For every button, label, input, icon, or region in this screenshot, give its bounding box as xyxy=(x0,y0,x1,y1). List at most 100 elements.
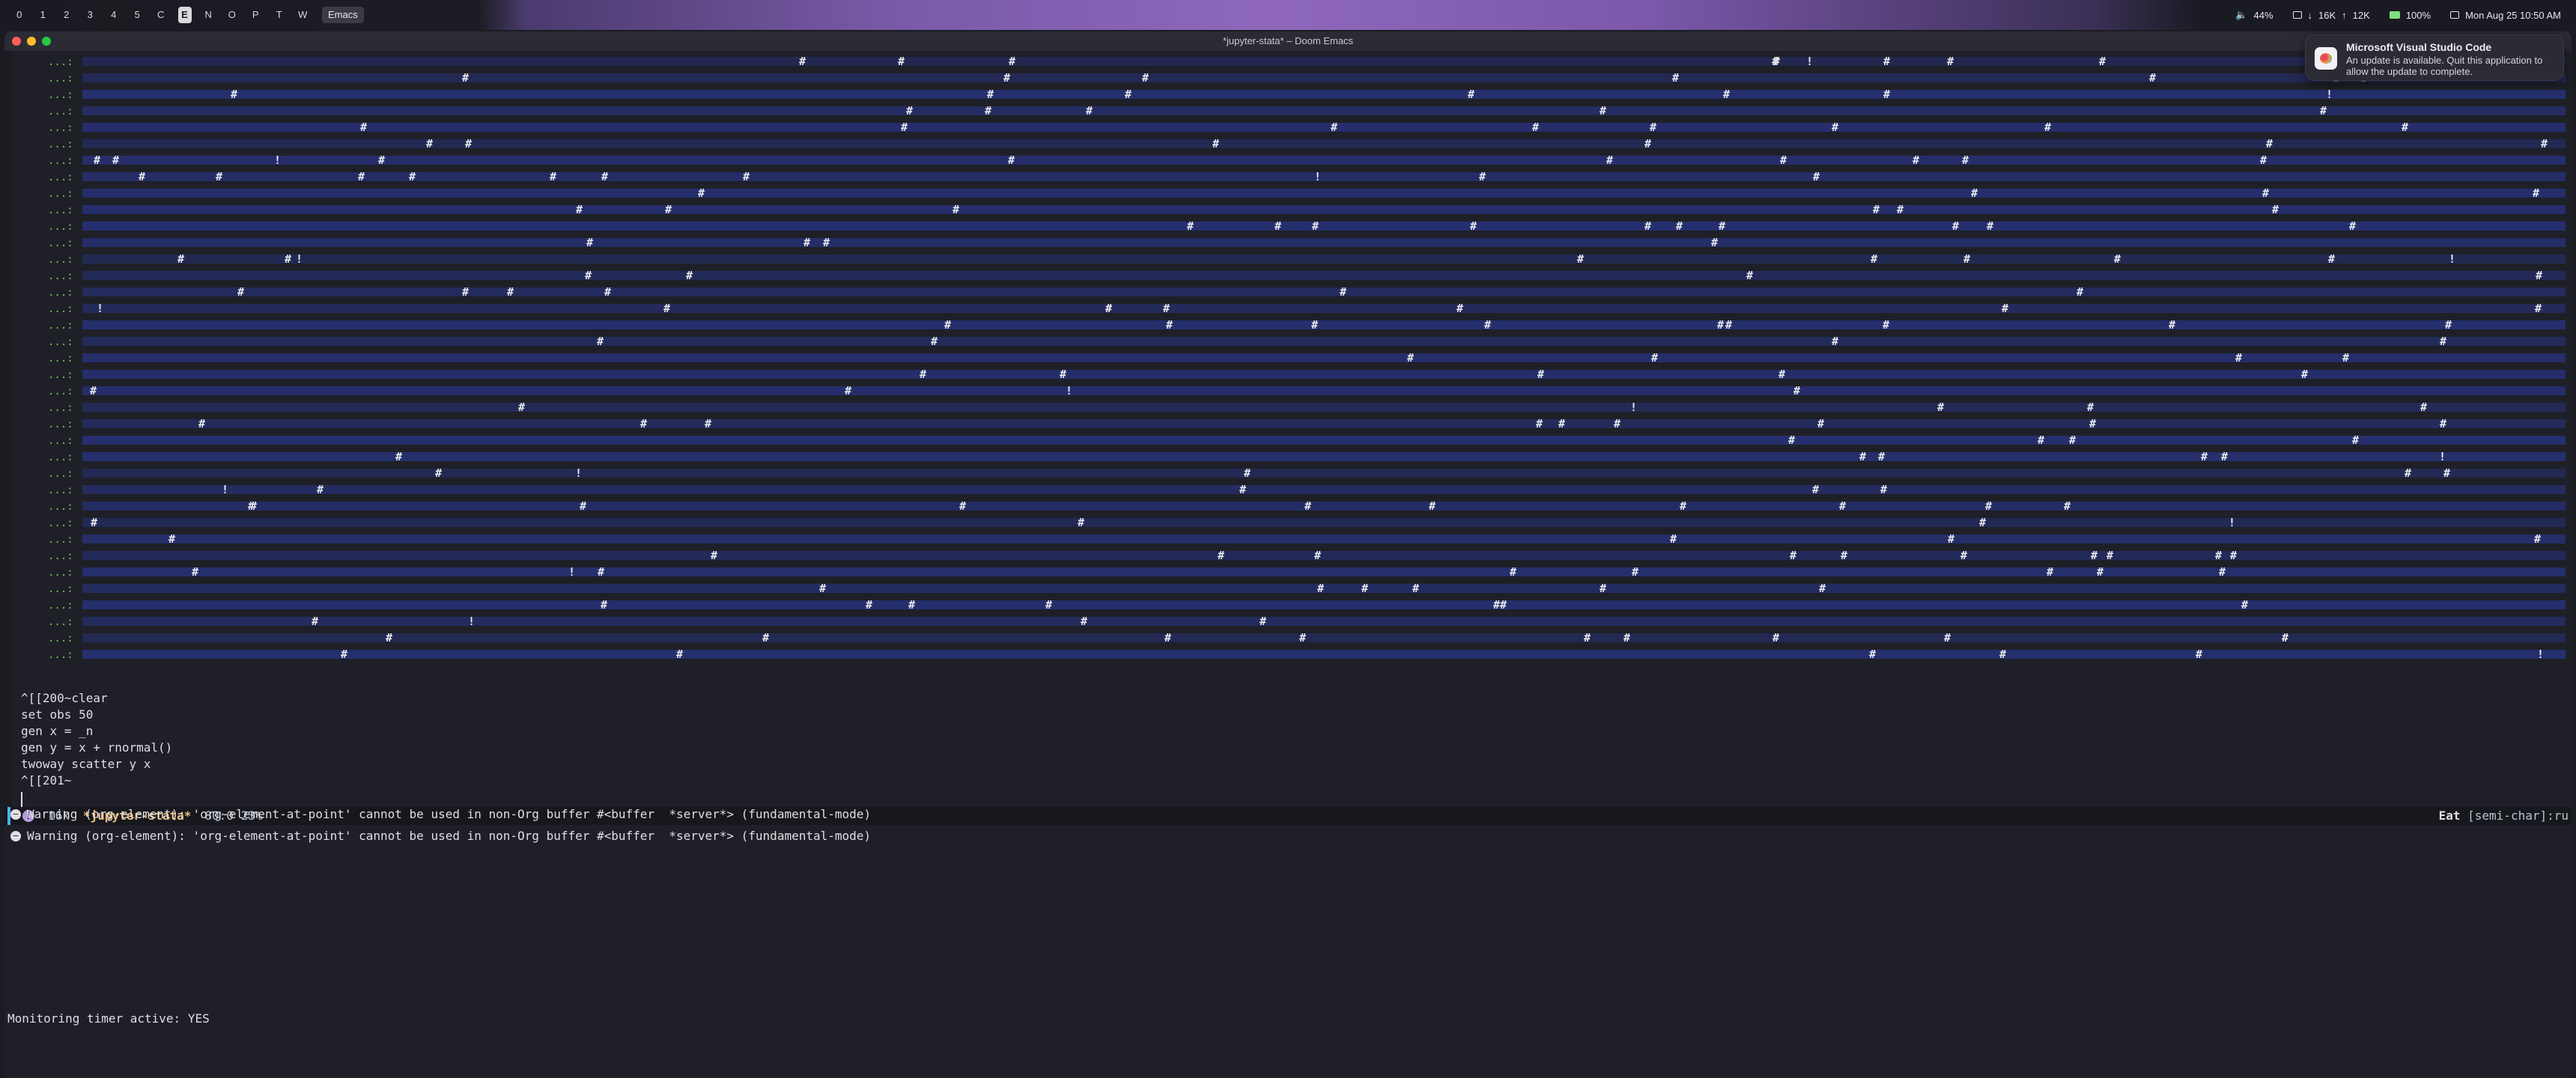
minimize-window-button[interactable] xyxy=(27,37,36,46)
garbled-glyph: # xyxy=(1623,631,1630,645)
garbled-glyph: # xyxy=(1979,516,1986,529)
battery-level: 100% xyxy=(2405,9,2431,21)
garbled-output-row xyxy=(82,57,2566,66)
garbled-glyph: # xyxy=(601,170,608,183)
garbled-output-row xyxy=(82,287,2566,296)
garbled-glyph: # xyxy=(931,335,938,348)
major-mode-name[interactable]: Eat xyxy=(2439,808,2461,823)
garbled-glyph: # xyxy=(1600,104,1606,118)
garbled-glyph: # xyxy=(1793,384,1800,398)
garbled-glyph: # xyxy=(1606,153,1613,167)
garbled-glyph: ! xyxy=(97,302,103,315)
garbled-output-row xyxy=(82,551,2566,560)
continuation-prompt: ...: xyxy=(48,550,73,562)
network-down: 16K xyxy=(2318,9,2336,21)
workspace-3[interactable]: 3 xyxy=(79,7,103,23)
garbled-glyph: # xyxy=(1841,549,1847,562)
garbled-glyph: # xyxy=(112,153,119,167)
garbled-glyph: ! xyxy=(2439,450,2446,463)
workspace-t[interactable]: T xyxy=(267,7,291,23)
workspace-1[interactable]: 1 xyxy=(31,7,55,23)
garbled-glyph: # xyxy=(1275,219,1281,233)
garbled-glyph: # xyxy=(2443,466,2450,480)
garbled-glyph: ! xyxy=(1630,401,1637,414)
garbled-glyph: # xyxy=(2282,631,2288,645)
garbled-glyph: # xyxy=(2099,55,2106,68)
garbled-glyph: # xyxy=(177,252,184,266)
garbled-output-row xyxy=(82,222,2566,231)
garbled-glyph: # xyxy=(1788,433,1795,447)
garbled-glyph: # xyxy=(799,55,806,68)
garbled-glyph: # xyxy=(231,88,237,101)
garbled-glyph: # xyxy=(1009,55,1015,68)
garbled-glyph: # xyxy=(1723,88,1730,101)
garbled-glyph: # xyxy=(1008,153,1015,167)
clock[interactable]: Mon Aug 25 10:50 AM xyxy=(2450,10,2561,21)
garbled-glyph: # xyxy=(2219,565,2226,579)
emacs-window[interactable]: *jupyter-stata* – Doom Emacs ...: # # # # # # #… xyxy=(4,31,2572,1078)
garbled-output-row xyxy=(82,518,2566,527)
continuation-prompt: ...: xyxy=(48,501,73,513)
garbled-glyph: # xyxy=(640,417,647,430)
workspace-n[interactable]: N xyxy=(197,7,221,23)
garbled-glyph: # xyxy=(1839,499,1846,513)
workspace-p[interactable]: P xyxy=(244,7,268,23)
garbled-glyph: # xyxy=(1304,499,1311,513)
status-area: 🔈 44% ↓ 16K ↑ 12K 100% Mon Aug 25 10:50 … xyxy=(2235,0,2561,30)
garbled-glyph: # xyxy=(216,170,222,183)
garbled-glyph: # xyxy=(1987,219,1993,233)
garbled-glyph: # xyxy=(1869,648,1876,661)
continuation-prompt: ...: xyxy=(48,418,73,430)
battery-status[interactable]: 100% xyxy=(2389,9,2431,21)
workspace-o[interactable]: O xyxy=(220,7,244,23)
garbled-glyph: # xyxy=(953,203,959,216)
garbled-output-row xyxy=(82,123,2566,132)
garbled-glyph: # xyxy=(1948,532,1954,546)
workspace-5[interactable]: 5 xyxy=(126,7,150,23)
garbled-glyph: # xyxy=(462,71,469,85)
continuation-prompt: ...: xyxy=(48,484,73,496)
garbled-glyph: # xyxy=(507,285,514,299)
garbled-glyph: # xyxy=(237,285,244,299)
workspace-2[interactable]: 2 xyxy=(55,7,79,23)
warning-text: Warning (org-element): 'org-element-at-p… xyxy=(27,829,872,843)
front-app-name[interactable]: Emacs xyxy=(322,7,364,23)
garbled-glyph: # xyxy=(2301,368,2308,381)
network-status[interactable]: ↓ 16K ↑ 12K xyxy=(2292,9,2370,21)
close-window-button[interactable] xyxy=(12,37,21,46)
garbled-glyph: # xyxy=(462,285,469,299)
garbled-glyph: # xyxy=(1187,219,1194,233)
garbled-glyph: ! xyxy=(274,153,281,167)
garbled-glyph: # xyxy=(1873,203,1880,216)
workspace-w[interactable]: W xyxy=(291,7,315,23)
garbled-glyph: # xyxy=(1971,186,1978,200)
window-titlebar[interactable]: *jupyter-stata* – Doom Emacs xyxy=(4,31,2572,51)
continuation-prompt: ...: xyxy=(48,221,73,233)
garbled-glyph: # xyxy=(2440,417,2446,430)
workspace-e[interactable]: E xyxy=(177,7,192,23)
volume-level: 44% xyxy=(2253,9,2273,21)
volume-status[interactable]: 🔈 44% xyxy=(2235,9,2273,21)
continuation-prompt: ...: xyxy=(48,649,73,661)
workspace-0[interactable]: 0 xyxy=(7,7,31,23)
garbled-glyph: # xyxy=(192,565,198,579)
workspace-4[interactable]: 4 xyxy=(102,7,126,23)
display-icon xyxy=(2292,11,2302,19)
garbled-glyph: # xyxy=(920,368,926,381)
fullscreen-window-button[interactable] xyxy=(42,37,51,46)
garbled-glyph: ! xyxy=(2326,88,2333,101)
workspace-c[interactable]: C xyxy=(149,7,173,23)
continuation-prompt: ...: xyxy=(48,616,73,628)
garbled-glyph: # xyxy=(1479,170,1486,183)
garbled-glyph: # xyxy=(1212,137,1219,150)
terminal-buffer[interactable]: ...: # # # # # # #! # #...: # # # # # # #...: # # # #! # #...:… xyxy=(4,51,2572,807)
garbled-glyph: # xyxy=(1510,565,1516,579)
garbled-glyph: # xyxy=(1244,466,1251,480)
garbled-glyph: # xyxy=(1163,302,1170,315)
garbled-output-row xyxy=(82,106,2566,115)
garbled-glyph: # xyxy=(580,499,586,513)
update-notification[interactable]: Microsoft Visual Studio Code An update i… xyxy=(2305,34,2564,81)
speaker-icon: 🔈 xyxy=(2235,9,2248,20)
garbled-glyph: # xyxy=(1937,401,1944,414)
continuation-prompt: ...: xyxy=(48,138,73,150)
